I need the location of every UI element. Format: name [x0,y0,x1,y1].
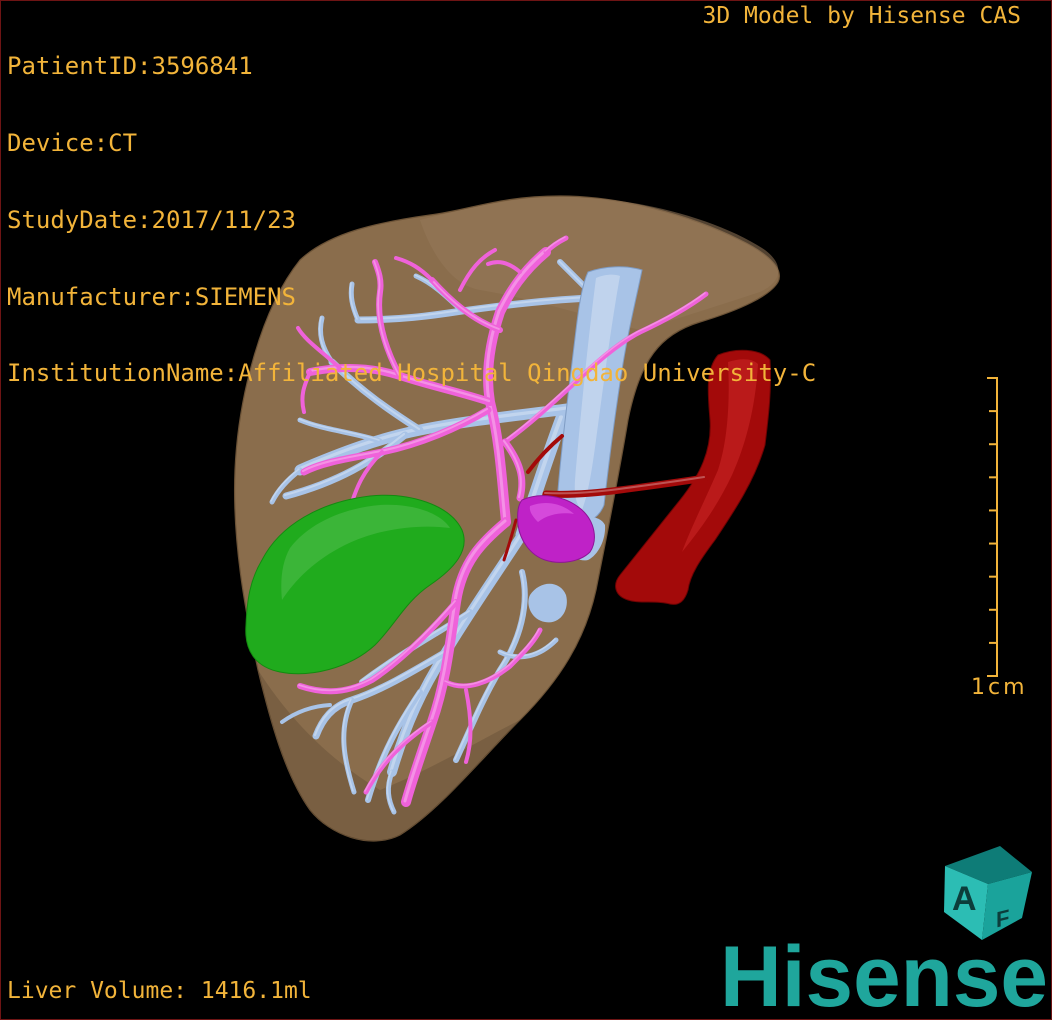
study-date-value: 2017/11/23 [151,205,297,234]
manufacturer-row: Manufacturer:SIEMENS [7,282,816,311]
render-viewport: A F Hisense PatientID:3596841 Device:CT … [0,0,1052,1020]
scale-bar-label: 1cm [971,675,1028,700]
device-value: CT [108,128,138,157]
study-info-panel: PatientID:3596841 Device:CT StudyDate:20… [7,3,816,438]
patient-id-value: 3596841 [151,52,253,81]
scale-bar [987,377,998,677]
hisense-wordmark: Hisense [720,929,1048,1019]
liver-volume: Liver Volume: 1416.1ml [7,977,312,1005]
patient-id-label: PatientID: [7,52,152,81]
study-date-label: StudyDate: [7,205,152,234]
liver-volume-label: Liver Volume: [7,978,188,1004]
model-credit: 3D Model by Hisense CAS [702,3,1022,29]
af-cube-icon: A F [944,846,1032,940]
hisense-logo: A F Hisense [720,846,1048,1019]
institution-label: InstitutionName: [7,359,239,388]
device-row: Device:CT [7,128,816,157]
cube-letter-a: A [952,880,977,918]
study-date-row: StudyDate:2017/11/23 [7,205,816,234]
institution-value: Affiliated Hospital Qingdao University-C [238,359,817,388]
liver-volume-value: 1416.1ml [200,978,312,1004]
manufacturer-label: Manufacturer: [7,282,195,311]
patient-id-row: PatientID:3596841 [7,52,816,81]
device-label: Device: [7,128,109,157]
manufacturer-value: SIEMENS [194,282,296,311]
institution-row: InstitutionName:Affiliated Hospital Qing… [7,361,816,387]
